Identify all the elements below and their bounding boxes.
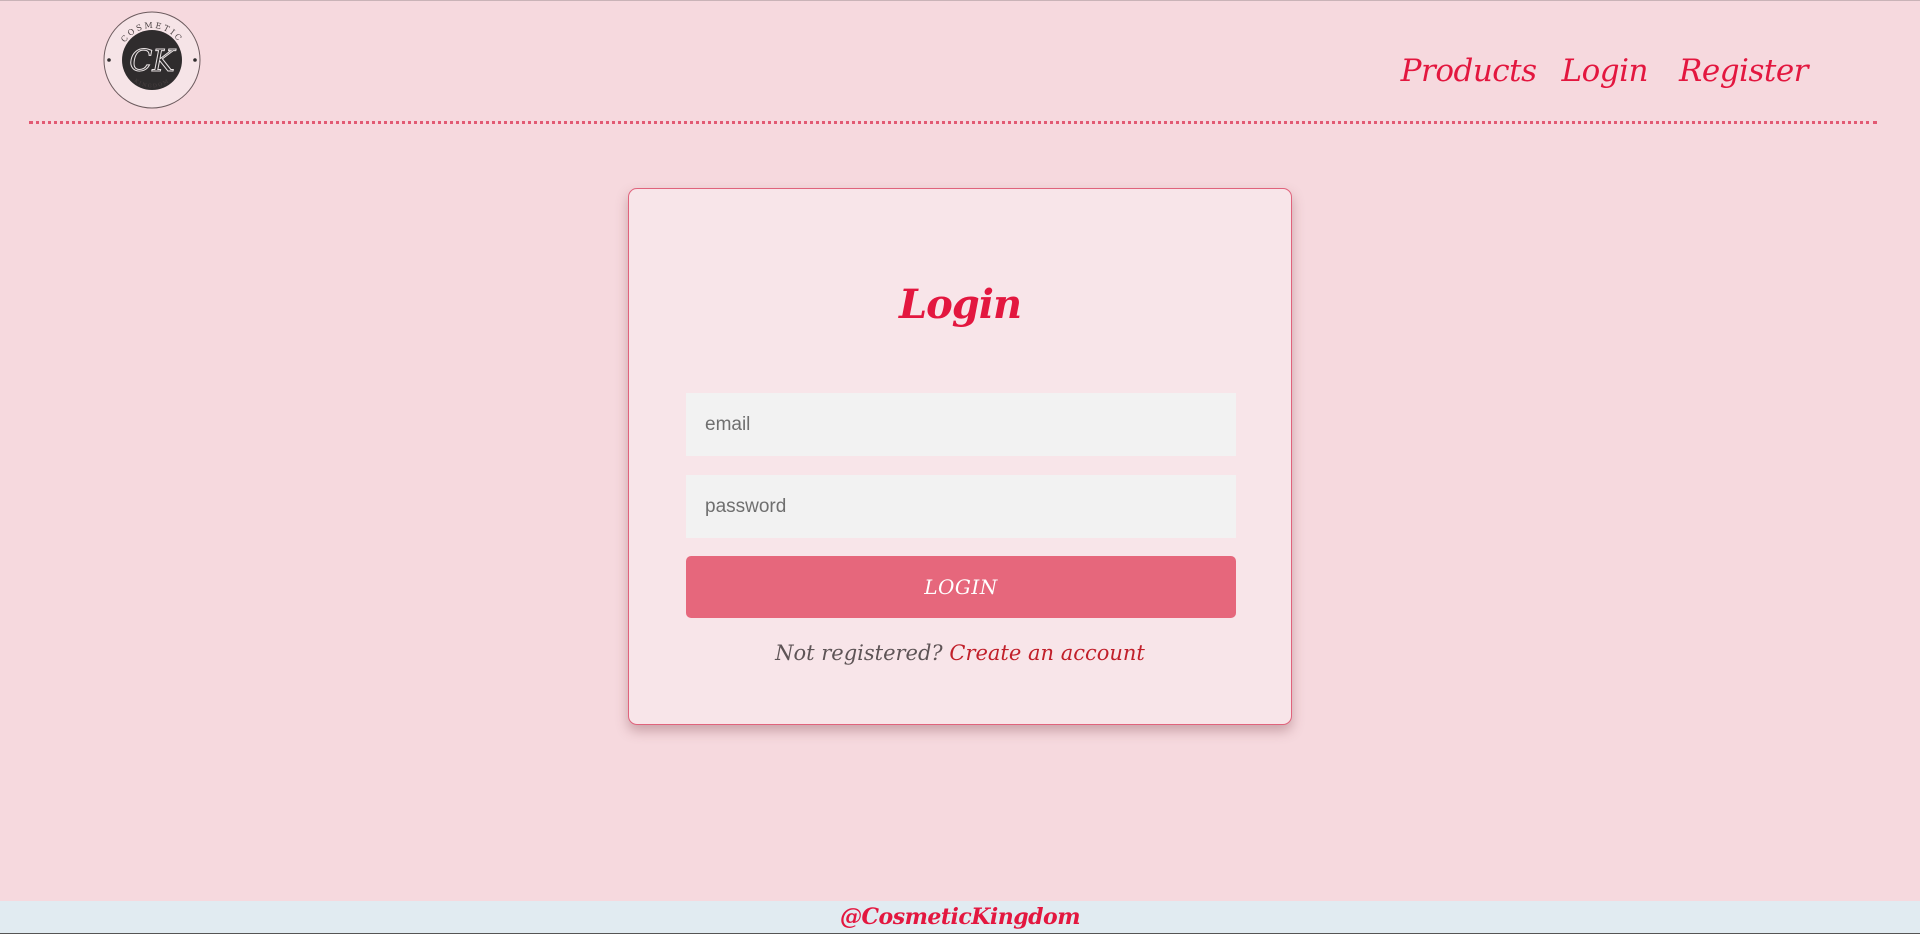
page: COSMETIC KINGDOM CK Products Login Regis… (0, 0, 1920, 934)
logo-emblem-icon: COSMETIC KINGDOM CK (103, 11, 201, 109)
login-card: Login LOGIN Not registered? Create an ac… (628, 188, 1292, 725)
logo-monogram: CK (129, 44, 176, 79)
login-title: Login (898, 281, 1022, 328)
nav-link-login[interactable]: Login (1562, 53, 1649, 89)
top-nav: Products Login Register (1401, 53, 1809, 89)
brand-logo[interactable]: COSMETIC KINGDOM CK (102, 10, 202, 110)
password-field[interactable] (686, 475, 1236, 538)
nav-link-products[interactable]: Products (1401, 53, 1537, 89)
signup-prompt-text: Not registered? (775, 641, 943, 665)
email-field[interactable] (686, 393, 1236, 456)
signup-prompt-line: Not registered? Create an account (629, 641, 1291, 665)
create-account-link[interactable]: Create an account (949, 641, 1145, 665)
footer: @CosmeticKingdom (0, 901, 1920, 934)
header-divider (29, 121, 1877, 124)
nav-link-register[interactable]: Register (1679, 53, 1808, 89)
footer-handle: @CosmeticKingdom (840, 904, 1080, 930)
login-button[interactable]: LOGIN (686, 556, 1236, 618)
